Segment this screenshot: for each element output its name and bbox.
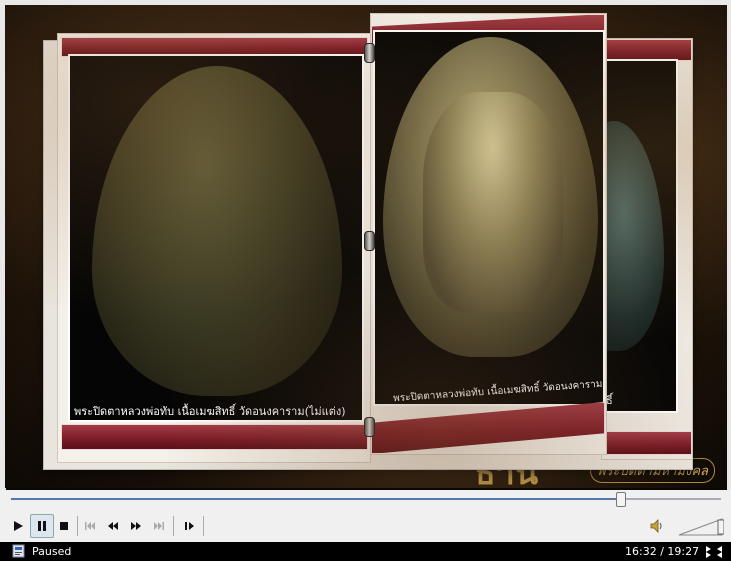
- seek-bar-area: [0, 490, 731, 510]
- far-amulet: [604, 121, 664, 351]
- binding-ring-middle: [364, 231, 375, 251]
- rewind-button[interactable]: [102, 515, 124, 537]
- rewind-icon: [108, 522, 118, 530]
- volume-thumb[interactable]: [717, 519, 724, 535]
- book-right-page: พระปิดตาหลวงพ่อทับ เนื้อเมฆสิทธิ์ วัดอนง…: [370, 13, 607, 455]
- status-bar: Paused 16:32 / 19:27: [0, 542, 731, 561]
- pause-button[interactable]: [30, 514, 54, 538]
- left-page-photo: พระปิดตาหลวงพ่อทับ เนื้อเมฆสิทธิ์ วัดอนง…: [68, 54, 364, 422]
- book-far-page: ธิ์: [601, 38, 693, 460]
- fast-forward-icon: [131, 522, 141, 530]
- speaker-icon: [650, 519, 662, 533]
- far-page-top-band: [602, 39, 692, 61]
- binding-ring-top: [364, 43, 375, 63]
- time-display: 16:32 / 19:27: [625, 545, 700, 558]
- skip-back-icon: [85, 522, 95, 530]
- seek-bar[interactable]: [11, 492, 721, 507]
- left-amulet: [92, 66, 342, 396]
- seek-progress: [11, 498, 621, 500]
- play-button[interactable]: [7, 515, 29, 537]
- video-display[interactable]: ธาน พระปิดตามหามงคล ธิ์ พระปิดตาหลวงพ่อท…: [5, 5, 727, 488]
- far-page-caption: ธิ์: [606, 394, 613, 407]
- skip-forward-icon: [154, 522, 164, 530]
- toolbar-separator: [77, 516, 78, 536]
- left-page-bottom-band: [61, 424, 368, 450]
- binding-ring-bottom: [364, 417, 375, 437]
- fast-forward-button[interactable]: [125, 515, 147, 537]
- right-page-caption: พระปิดตาหลวงพ่อทับ เนื้อเมฆสิทธิ์ วัดอนง…: [392, 378, 603, 405]
- pause-icon: [38, 521, 46, 531]
- toolbar-separator: [203, 516, 204, 536]
- playback-toolbar: [0, 510, 731, 542]
- left-page-caption: พระปิดตาหลวงพ่อทับ เนื้อเมฆสิทธิ์ วัดอนง…: [74, 405, 346, 418]
- media-file-icon: [12, 544, 25, 558]
- skip-forward-button[interactable]: [148, 515, 170, 537]
- playback-state: Paused: [32, 545, 72, 558]
- right-page-bottom-band: [371, 402, 605, 454]
- play-icon: [14, 521, 23, 531]
- book-left-page: พระปิดตาหลวงพ่อทับ เนื้อเมฆสิทธิ์ วัดอนง…: [57, 33, 371, 463]
- volume-slider[interactable]: [678, 516, 724, 536]
- far-page-bottom-band: [602, 431, 692, 455]
- mute-button[interactable]: [646, 515, 668, 537]
- stop-button[interactable]: [53, 515, 75, 537]
- frame-step-icon: [185, 522, 194, 530]
- amulet-figure: [423, 92, 563, 312]
- far-page-photo: ธิ์: [602, 59, 678, 413]
- toolbar-separator: [173, 516, 174, 536]
- stop-icon: [60, 522, 68, 530]
- seek-thumb[interactable]: [616, 492, 627, 507]
- frame-step-button[interactable]: [179, 515, 201, 537]
- window-right-edge: [727, 0, 731, 490]
- skip-back-button[interactable]: [79, 515, 101, 537]
- fullscreen-icon[interactable]: [705, 545, 723, 559]
- right-page-photo: พระปิดตาหลวงพ่อทับ เนื้อเมฆสิทธิ์ วัดอนง…: [373, 30, 605, 406]
